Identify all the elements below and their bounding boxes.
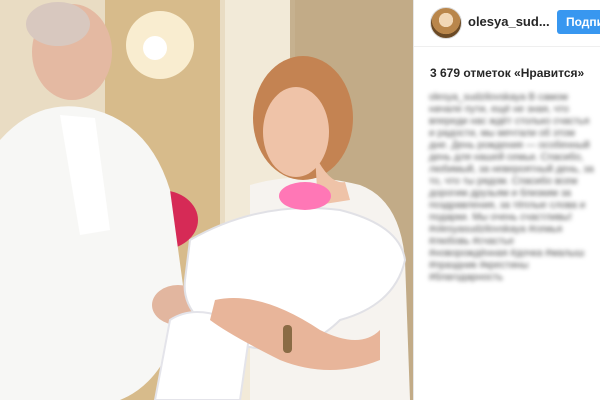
caption-text: olesya_sudzilovskaya В самом начале пути… — [429, 92, 594, 283]
follow-button[interactable]: Подпис — [557, 10, 600, 34]
likes-count[interactable]: 3 679 отметок «Нравится» — [430, 66, 584, 80]
username-link[interactable]: olesya_sud... — [468, 14, 550, 29]
man-hair — [26, 2, 90, 46]
bracelet — [283, 325, 292, 353]
baby-pink-bow — [279, 182, 331, 210]
lamp-bulb — [143, 36, 167, 60]
photo-illustration — [0, 0, 413, 400]
post-photo[interactable] — [0, 0, 413, 400]
post-header: olesya_sud... Подпис — [414, 0, 600, 47]
post-caption: olesya_sudzilovskaya В самом начале пути… — [429, 92, 595, 400]
avatar[interactable] — [430, 7, 462, 39]
post-side-panel: olesya_sud... Подпис 3 679 отметок «Нрав… — [413, 0, 600, 400]
